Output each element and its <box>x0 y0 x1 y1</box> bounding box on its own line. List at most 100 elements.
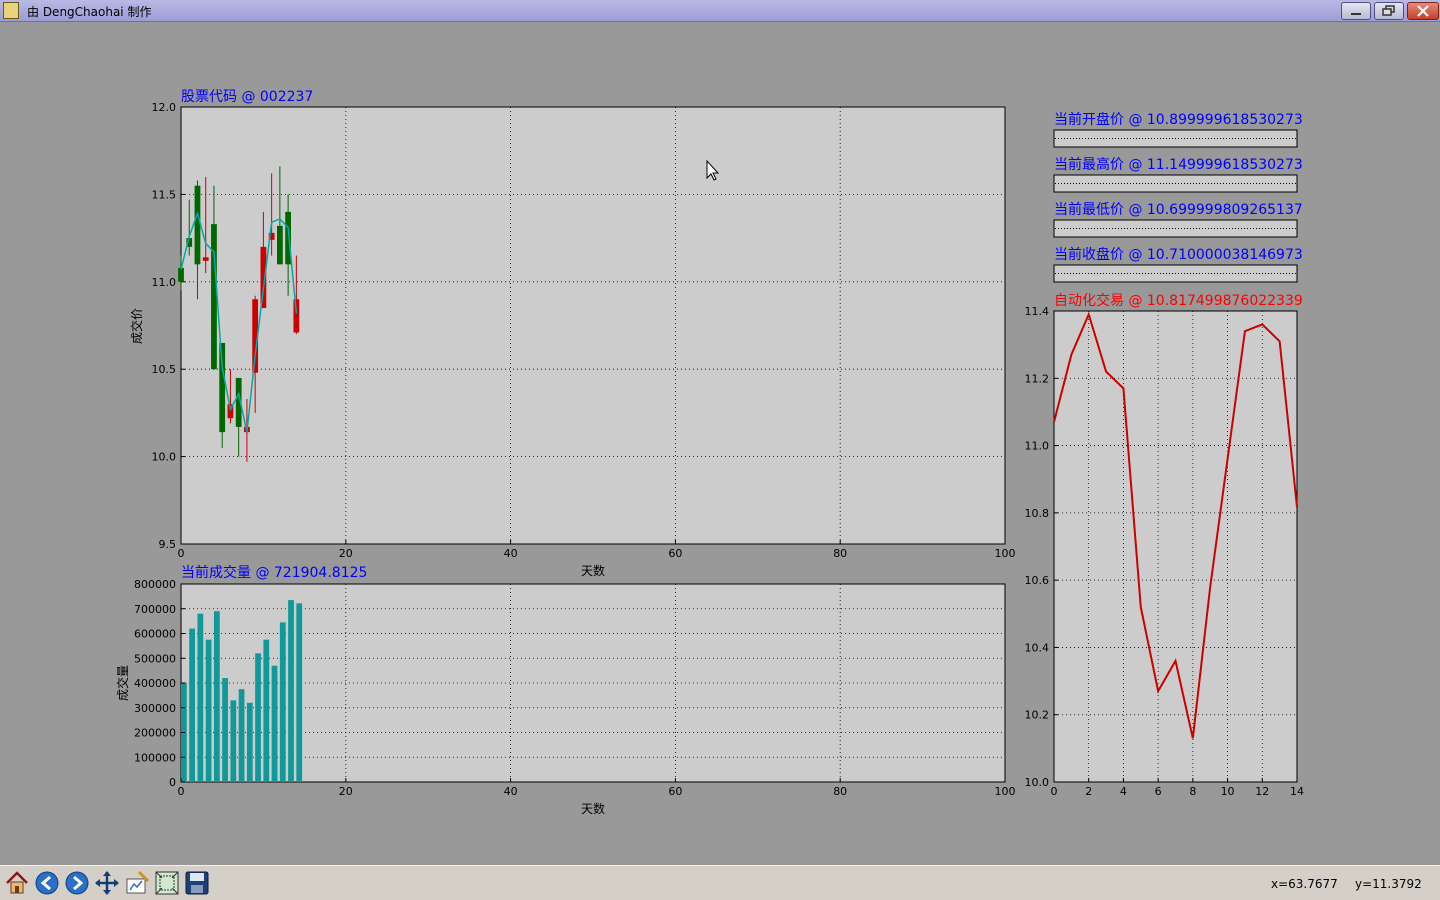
close-button[interactable] <box>1407 2 1439 20</box>
volume-bar <box>263 639 270 782</box>
x-tick-label: 0 <box>1051 785 1058 798</box>
configure-subplots-button[interactable] <box>124 870 150 896</box>
y-tick-label: 10.0 <box>152 451 177 464</box>
x-tick-label: 60 <box>668 785 682 798</box>
x-tick-label: 8 <box>1189 785 1196 798</box>
y-tick-label: 10.5 <box>152 363 177 376</box>
minimize-icon <box>1351 13 1361 15</box>
pan-button[interactable] <box>94 870 120 896</box>
volume-xlabel: 天数 <box>581 801 605 816</box>
volume-bar <box>205 639 212 782</box>
x-tick-label: 10 <box>1221 785 1235 798</box>
open-price-title: 当前开盘价 @ 10.899999618530273 <box>1054 111 1303 128</box>
volume-axes[interactable]: 0 20 40 60 80 100 0 100000 200000 300000 400000 50… <box>115 564 1016 816</box>
y-tick-label: 10.6 <box>1025 574 1050 587</box>
y-tick-label: 800000 <box>134 578 176 591</box>
volume-bar <box>222 678 228 782</box>
back-icon <box>35 871 59 895</box>
y-tick-label: 700000 <box>134 603 176 616</box>
app-icon <box>3 2 19 19</box>
x-tick-label: 100 <box>995 785 1016 798</box>
restore-button[interactable] <box>1374 2 1404 20</box>
close-icon <box>1417 5 1429 17</box>
zoom-button[interactable] <box>154 870 180 896</box>
auto-trade-plot-area[interactable] <box>1053 310 1298 783</box>
candle-body <box>285 211 292 265</box>
volume-bar <box>255 653 261 782</box>
y-coordinate-readout: y=11.3792 <box>1355 877 1422 891</box>
y-tick-label: 11.0 <box>152 276 177 289</box>
auto-trade-title: 自动化交易 @ 10.817499876022339 <box>1054 292 1303 309</box>
volume-title: 当前成交量 @ 721904.8125 <box>181 564 367 581</box>
y-tick-label: 500000 <box>134 652 176 665</box>
x-tick-label: 40 <box>504 547 518 560</box>
zoom-icon <box>155 871 179 895</box>
y-tick-label: 10.0 <box>1025 776 1050 789</box>
y-tick-label: 0 <box>169 776 176 789</box>
y-tick-label: 200000 <box>134 727 176 740</box>
figure-canvas[interactable]: 0 20 40 60 80 100 9.510.010.511.011.512.0 股票代… <box>0 23 1440 865</box>
candle-body <box>293 299 300 333</box>
auto-trade-y-ticks: 10.0 10.2 10.4 10.6 10.8 11.0 11.2 11.4 <box>1025 305 1058 789</box>
y-tick-label: 11.2 <box>1025 372 1050 385</box>
candle-body <box>219 342 226 433</box>
volume-bar <box>230 700 237 782</box>
x-tick-label: 100 <box>995 547 1016 560</box>
open-price-axes[interactable]: 当前开盘价 @ 10.899999618530273 <box>1053 111 1303 148</box>
x-tick-label: 2 <box>1085 785 1092 798</box>
x-tick-label: 6 <box>1155 785 1162 798</box>
y-tick-label: 10.4 <box>1025 641 1050 654</box>
y-tick-label: 9.5 <box>159 538 177 551</box>
y-tick-label: 10.2 <box>1025 709 1050 722</box>
candlestick-title: 股票代码 @ 002237 <box>181 89 313 105</box>
high-price-axes[interactable]: 当前最高价 @ 11.149999618530273 <box>1053 156 1303 193</box>
home-button[interactable] <box>4 870 30 896</box>
x-tick-label: 0 <box>178 785 185 798</box>
back-button[interactable] <box>34 870 60 896</box>
volume-bar <box>246 702 253 782</box>
volume-ylabel: 成交量 <box>115 665 130 701</box>
auto-trade-axes[interactable]: 0 2 4 6 8 10 12 14 10.0 10.2 10.4 10.6 10.8 11.0 11.2… <box>1025 292 1305 798</box>
save-icon <box>185 871 209 895</box>
volume-bar <box>296 603 303 782</box>
volume-bar <box>279 622 286 782</box>
forward-button[interactable] <box>64 870 90 896</box>
x-coordinate-readout: x=63.7677 <box>1271 877 1338 891</box>
forward-icon <box>65 871 89 895</box>
y-tick-label: 300000 <box>134 702 176 715</box>
x-tick-label: 80 <box>833 547 847 560</box>
navigation-toolbar: x=63.7677 y=11.3792 <box>0 865 1440 900</box>
volume-bar <box>288 600 294 782</box>
candlestick-ylabel: 成交价 <box>129 308 144 344</box>
y-tick-label: 10.8 <box>1025 507 1050 520</box>
y-tick-label: 11.4 <box>1025 305 1050 318</box>
minimize-button[interactable] <box>1341 2 1371 20</box>
y-tick-label: 600000 <box>134 628 176 641</box>
save-button[interactable] <box>184 870 210 896</box>
candlestick-plot-area[interactable] <box>180 106 1006 545</box>
x-tick-label: 40 <box>504 785 518 798</box>
low-price-axes[interactable]: 当前最低价 @ 10.699999809265137 <box>1053 201 1303 238</box>
window-title: 由 DengChaohai 制作 <box>27 5 152 19</box>
candle-body <box>211 224 217 370</box>
high-price-title: 当前最高价 @ 11.149999618530273 <box>1054 156 1303 173</box>
y-tick-label: 12.0 <box>152 101 177 114</box>
close-price-title: 当前收盘价 @ 10.710000038146973 <box>1054 246 1303 263</box>
x-tick-label: 20 <box>339 547 353 560</box>
close-price-axes[interactable]: 当前收盘价 @ 10.710000038146973 <box>1053 246 1303 283</box>
candle-body <box>202 257 209 261</box>
volume-bar <box>189 628 196 782</box>
candle-body <box>178 267 184 282</box>
home-icon <box>6 871 28 894</box>
volume-bar <box>271 665 278 782</box>
pan-icon <box>95 871 119 895</box>
y-tick-label: 400000 <box>134 677 176 690</box>
window-titlebar: 由 DengChaohai 制作 <box>0 0 1440 22</box>
candle-body <box>194 185 201 265</box>
x-tick-label: 60 <box>668 547 682 560</box>
volume-bar <box>238 689 245 782</box>
x-tick-label: 0 <box>178 547 185 560</box>
candlestick-axes[interactable]: 0 20 40 60 80 100 9.5 10.0 10.5 11.0 11.5 12.0 股票代… <box>129 89 1016 578</box>
x-tick-label: 20 <box>339 785 353 798</box>
x-tick-label: 80 <box>833 785 847 798</box>
